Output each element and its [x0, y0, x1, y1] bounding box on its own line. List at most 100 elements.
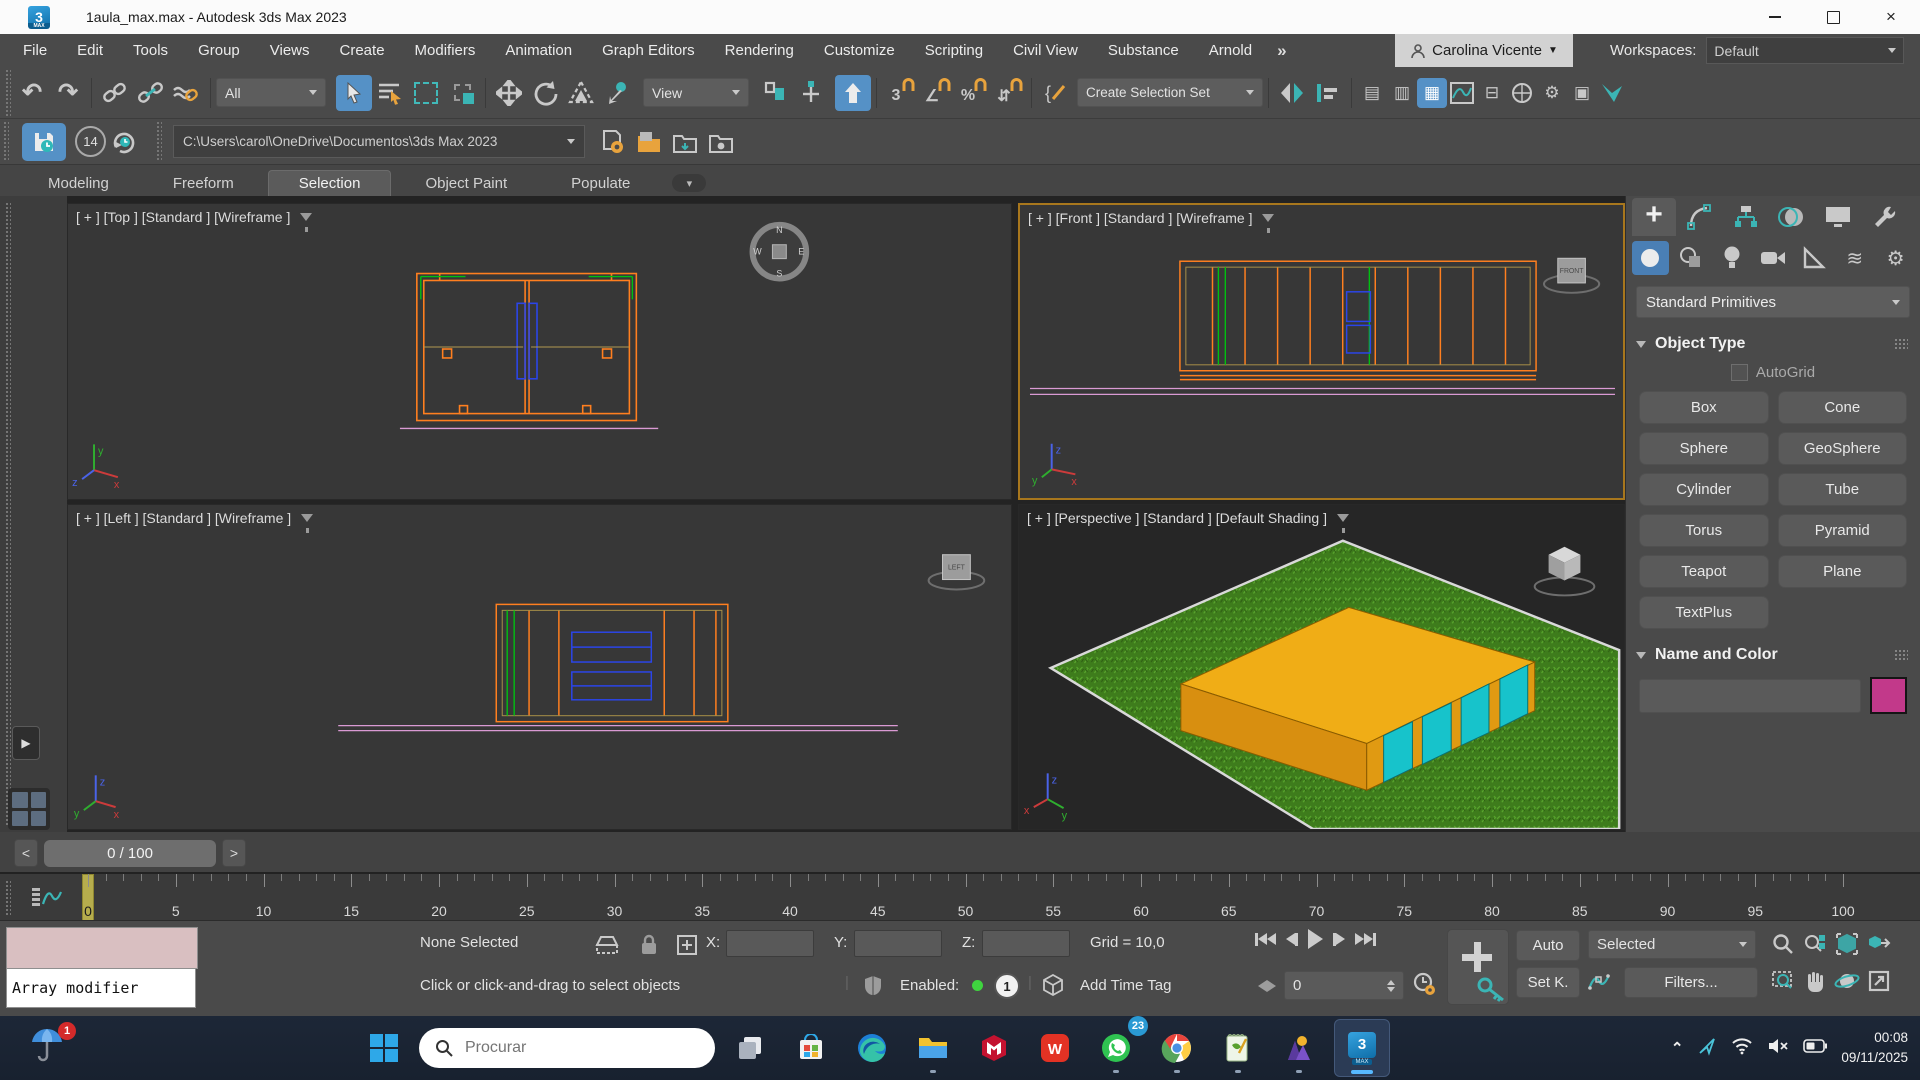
viewport-left-label[interactable]: [ + ] [Left ] [Standard ] [Wireframe ] — [76, 510, 291, 526]
category-lights[interactable] — [1714, 241, 1751, 275]
zoom-region-icon[interactable] — [1768, 967, 1798, 995]
animation-shield-icon[interactable] — [858, 971, 888, 999]
mirror-icon[interactable] — [1274, 75, 1310, 111]
viewport-left[interactable]: [ + ] [Left ] [Standard ] [Wireframe ] L… — [67, 504, 1012, 830]
ribbon-collapse-icon[interactable]: ▾ — [672, 174, 706, 192]
maxscript-listener-line[interactable]: Array modifier — [6, 968, 196, 1008]
ribbon-tab-selection[interactable]: Selection — [268, 170, 392, 196]
menu-overflow-chevron[interactable]: » — [1267, 41, 1296, 61]
select-and-manipulate-icon[interactable] — [793, 75, 829, 111]
animation-layer-badge[interactable]: 1 — [994, 973, 1020, 999]
category-cameras[interactable] — [1755, 241, 1792, 275]
use-pivot-center-icon[interactable] — [757, 75, 793, 111]
selection-lock-icon[interactable] — [634, 931, 664, 959]
align-icon[interactable] — [1310, 75, 1346, 111]
scene-undo-history-icon[interactable] — [106, 124, 142, 160]
tab-display[interactable] — [1816, 198, 1860, 236]
viewcube-front[interactable]: FRONT — [1544, 258, 1599, 293]
key-mode-toggle-icon[interactable] — [1258, 980, 1276, 992]
ribbon-toggle-button[interactable]: ▦ — [1417, 78, 1447, 108]
ribbon-tab-populate[interactable]: Populate — [541, 171, 660, 196]
close-button[interactable]: × — [1862, 0, 1920, 34]
zoom-icon[interactable] — [1768, 930, 1798, 958]
bind-to-space-warp-icon[interactable] — [169, 75, 205, 111]
pan-hand-icon[interactable] — [1800, 967, 1830, 995]
go-to-start-button[interactable] — [1255, 933, 1276, 946]
clock[interactable]: 00:08 09/11/2025 — [1841, 1028, 1908, 1067]
rendered-frame-window-icon[interactable]: ▣ — [1567, 78, 1597, 108]
menu-customize[interactable]: Customize — [809, 34, 910, 67]
viewcube-left[interactable]: LEFT — [929, 555, 985, 590]
primitive-button-cylinder[interactable]: Cylinder — [1639, 473, 1769, 506]
curve-editor-icon[interactable] — [1447, 78, 1477, 108]
filter-funnel-icon[interactable] — [1262, 214, 1274, 222]
angle-snap-icon[interactable]: ∠ — [918, 75, 954, 111]
toolbar-grip[interactable] — [5, 69, 11, 116]
projectbar-grip[interactable] — [156, 121, 162, 162]
category-shapes[interactable] — [1673, 241, 1710, 275]
y-coordinate-field[interactable] — [854, 930, 942, 957]
time-ruler[interactable]: 0510152025303540455055606570758085909510… — [0, 872, 1920, 922]
viewport-top-label[interactable]: [ + ] [Top ] [Standard ] [Wireframe ] — [76, 209, 290, 225]
primitive-category-dropdown[interactable]: Standard Primitives — [1636, 286, 1910, 318]
purple-m-app-icon[interactable] — [1273, 1020, 1325, 1076]
menu-group[interactable]: Group — [183, 34, 255, 67]
autosave-button[interactable] — [22, 123, 66, 161]
weather-widget[interactable]: 1 — [28, 1025, 74, 1071]
redo-icon[interactable]: ↷ — [50, 75, 86, 111]
start-button[interactable] — [358, 1020, 410, 1076]
undo-icon[interactable]: ↶ — [14, 75, 50, 111]
tab-motion[interactable] — [1770, 198, 1814, 236]
viewport-layout-tabs[interactable] — [8, 788, 50, 830]
zoom-all-icon[interactable] — [1800, 930, 1830, 958]
primitive-button-textplus[interactable]: TextPlus — [1639, 596, 1769, 629]
primitive-button-pyramid[interactable]: Pyramid — [1778, 514, 1908, 547]
select-and-rotate-icon[interactable] — [527, 75, 563, 111]
frame-counter[interactable]: 0 / 100 — [44, 840, 216, 867]
select-and-link-icon[interactable] — [97, 75, 133, 111]
category-helpers[interactable] — [1795, 241, 1832, 275]
workspace-dropdown[interactable]: Default — [1706, 37, 1904, 64]
absolute-offset-toggle-icon[interactable] — [672, 931, 702, 959]
layer-explorer-toggle-icon[interactable]: ▥ — [1387, 78, 1417, 108]
user-account-chip[interactable]: Carolina Vicente ▼ — [1395, 34, 1573, 67]
x-coordinate-field[interactable] — [726, 930, 814, 957]
tab-create[interactable]: + — [1632, 198, 1676, 236]
menu-substance[interactable]: Substance — [1093, 34, 1194, 67]
key-filters-button[interactable]: Filters... — [1624, 967, 1758, 998]
select-object-button[interactable] — [336, 75, 372, 111]
volume-muted-icon[interactable] — [1767, 1037, 1789, 1060]
save-plus-folder-icon[interactable] — [631, 124, 667, 160]
notepad-app-icon[interactable] — [1212, 1020, 1264, 1076]
orbit-icon[interactable] — [1832, 967, 1862, 995]
ribbon-tab-freeform[interactable]: Freeform — [143, 171, 264, 196]
maximize-button[interactable] — [1804, 0, 1862, 34]
menu-tools[interactable]: Tools — [118, 34, 183, 67]
menu-rendering[interactable]: Rendering — [710, 34, 809, 67]
file-explorer-icon[interactable] — [907, 1020, 959, 1076]
next-frame-step-button[interactable] — [1333, 933, 1345, 946]
tab-modify[interactable] — [1678, 198, 1722, 236]
primitive-button-cone[interactable]: Cone — [1778, 391, 1908, 424]
project-settings-icon[interactable] — [595, 124, 631, 160]
microsoft-store-icon[interactable] — [785, 1020, 837, 1076]
expand-panel-button[interactable]: ▶ — [12, 726, 40, 760]
ribbon-tab-modeling[interactable]: Modeling — [18, 171, 139, 196]
viewport-top[interactable]: [ + ] [Top ] [Standard ] [Wireframe ] — [67, 203, 1012, 500]
viewport-perspective[interactable]: [ + ] [Perspective ] [Standard ] [Defaul… — [1018, 504, 1625, 830]
ruler-track[interactable]: 0510152025303540455055606570758085909510… — [88, 874, 1843, 922]
add-time-tag[interactable]: Add Time Tag — [1080, 977, 1171, 994]
key-filters-curve-icon[interactable] — [1584, 967, 1614, 995]
select-and-place-icon[interactable] — [599, 75, 635, 111]
selection-filter-dropdown[interactable]: All — [216, 78, 326, 107]
menu-scripting[interactable]: Scripting — [910, 34, 998, 67]
previous-frame-button[interactable]: < — [14, 839, 38, 867]
auto-key-button[interactable]: Auto — [1516, 930, 1580, 961]
filter-funnel-icon[interactable] — [301, 514, 313, 522]
viewport-front-label[interactable]: [ + ] [Front ] [Standard ] [Wireframe ] — [1028, 210, 1252, 226]
menu-graph-editors[interactable]: Graph Editors — [587, 34, 710, 67]
time-configuration-icon[interactable] — [1412, 972, 1436, 1000]
zoom-extents-icon[interactable] — [1832, 930, 1862, 958]
open-recent-folder-icon[interactable] — [667, 124, 703, 160]
primitive-button-teapot[interactable]: Teapot — [1639, 555, 1769, 588]
